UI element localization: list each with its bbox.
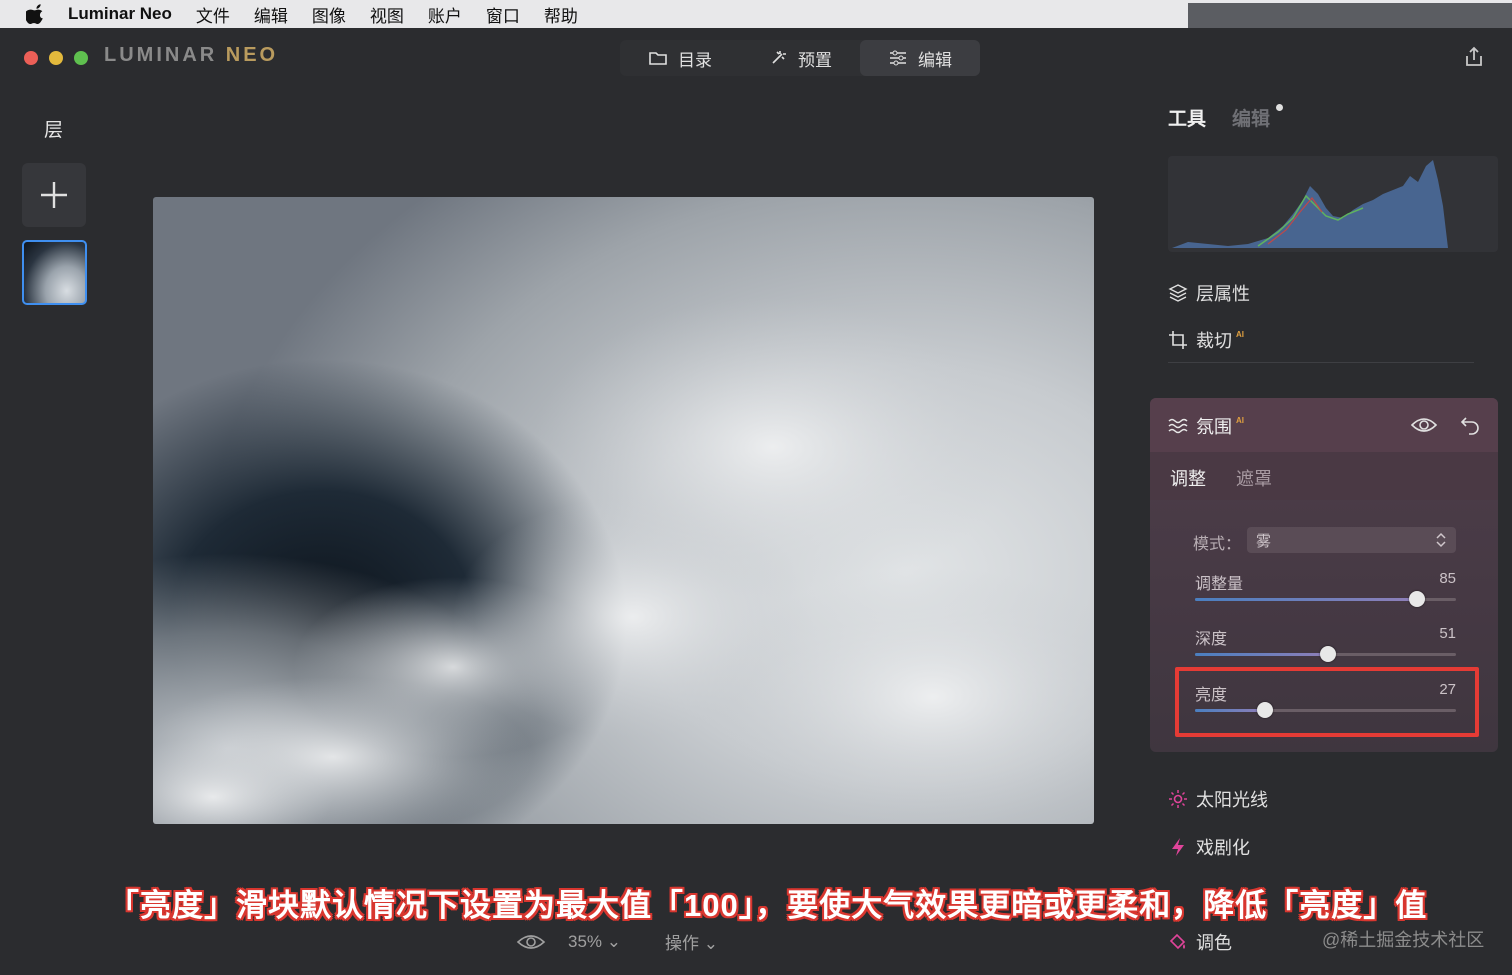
- menu-account[interactable]: 账户: [428, 2, 462, 27]
- mode-select-value: 雾: [1256, 532, 1272, 550]
- tool-color-tone[interactable]: 调色: [1168, 929, 1232, 955]
- ai-badge: AI: [1236, 329, 1244, 339]
- chevron-down-icon: ⌄: [606, 931, 622, 951]
- subtab-mask[interactable]: 遮罩: [1236, 465, 1272, 491]
- tool-dramatic-label: 戏剧化: [1196, 838, 1250, 858]
- smoke-texture: [153, 297, 1094, 824]
- magic-wand-icon: [772, 51, 786, 64]
- tool-layer-properties-label: 层属性: [1196, 284, 1250, 304]
- slider-depth-thumb[interactable]: [1320, 646, 1337, 662]
- close-window-button[interactable]: [24, 51, 38, 65]
- menu-view[interactable]: 视图: [370, 2, 404, 27]
- zoom-value: 35%: [568, 931, 603, 951]
- sun-rays-icon: [1169, 790, 1187, 808]
- tool-dramatic[interactable]: 戏剧化: [1168, 834, 1250, 860]
- slider-depth-fill: [1195, 653, 1329, 656]
- slider-depth-value: 51: [1439, 625, 1456, 642]
- slider-amount-value: 85: [1439, 570, 1456, 587]
- nav-catalog-button[interactable]: 目录: [620, 40, 740, 76]
- actions-label: 操作: [665, 934, 700, 953]
- mode-select[interactable]: 雾: [1247, 527, 1456, 553]
- reset-undo-icon[interactable]: [1458, 413, 1482, 437]
- paint-bucket-icon: [1169, 933, 1186, 950]
- lightning-icon: [1172, 838, 1184, 856]
- layers-icon: [1168, 284, 1188, 302]
- chevron-updown-icon: [1436, 532, 1446, 548]
- waves-icon: [1168, 418, 1188, 434]
- nav-edit-button[interactable]: 编辑: [860, 40, 980, 76]
- menu-image[interactable]: 图像: [312, 2, 346, 27]
- tool-crop-label: 裁切: [1196, 331, 1232, 351]
- layers-title: 层: [44, 120, 64, 141]
- logo-neo: NEO: [225, 44, 279, 66]
- actions-dropdown[interactable]: 操作 ⌄: [665, 929, 718, 954]
- minimize-window-button[interactable]: [49, 51, 63, 65]
- luminar-logo: LUMINAR NEO: [104, 44, 278, 67]
- brightness-highlight-annotation: [1175, 667, 1479, 737]
- visibility-eye-icon[interactable]: [1410, 413, 1438, 437]
- zoom-window-button[interactable]: [74, 51, 88, 65]
- photo-canvas[interactable]: [153, 197, 1094, 824]
- tool-sunrays-label: 太阳光线: [1196, 790, 1268, 810]
- tool-color-tone-label: 调色: [1196, 933, 1232, 953]
- nav-presets-label: 预置: [798, 50, 832, 70]
- edits-indicator-dot: [1276, 104, 1283, 111]
- folder-icon: [649, 52, 667, 65]
- subtab-adjust[interactable]: 调整: [1170, 465, 1206, 491]
- histogram: [1168, 156, 1498, 252]
- nav-edit-label: 编辑: [918, 50, 952, 70]
- slider-amount[interactable]: [1195, 591, 1456, 607]
- menubar-status-area: [1188, 3, 1512, 28]
- plus-icon: [41, 182, 67, 208]
- menu-window[interactable]: 窗口: [486, 2, 520, 27]
- bottom-toolbar: 35% ⌄ 操作 ⌄: [516, 929, 718, 954]
- atmosphere-title: 氛围 AI: [1168, 413, 1244, 439]
- slider-depth[interactable]: [1195, 646, 1456, 662]
- slider-amount-label: 调整量: [1195, 576, 1244, 593]
- tab-tools[interactable]: 工具: [1168, 104, 1206, 131]
- watermark: @稀土掘金技术社区: [1322, 930, 1485, 950]
- atmosphere-label: 氛围: [1196, 417, 1232, 437]
- layer-thumbnail[interactable]: [22, 240, 87, 305]
- apple-icon[interactable]: [26, 4, 46, 24]
- slider-amount-fill: [1195, 598, 1417, 601]
- tool-layer-properties[interactable]: 层属性: [1168, 280, 1250, 306]
- crop-icon: [1169, 331, 1187, 349]
- share-icon[interactable]: [1462, 45, 1486, 69]
- menubar-app-name[interactable]: Luminar Neo: [68, 4, 172, 24]
- menu-edit[interactable]: 编辑: [254, 2, 288, 27]
- divider: [1168, 362, 1474, 363]
- add-layer-button[interactable]: [22, 163, 86, 227]
- preview-eye-icon[interactable]: [516, 932, 546, 952]
- atmosphere-ai-badge: AI: [1236, 415, 1244, 425]
- top-navigation: 目录 预置 编辑: [620, 40, 980, 76]
- nav-presets-button[interactable]: 预置: [740, 40, 860, 76]
- tutorial-caption: 「亮度」滑块默认情况下设置为最大值「100」，要使大气效果更暗或更柔和，降低「亮…: [108, 888, 1428, 923]
- nav-catalog-label: 目录: [678, 50, 712, 70]
- zoom-dropdown[interactable]: 35% ⌄: [568, 932, 621, 952]
- menu-file[interactable]: 文件: [196, 2, 230, 27]
- logo-main: LUMINAR: [104, 44, 226, 66]
- tool-sunrays[interactable]: 太阳光线: [1168, 786, 1268, 812]
- slider-depth-label: 深度: [1195, 631, 1228, 648]
- slider-amount-thumb[interactable]: [1408, 591, 1425, 607]
- mode-label: 模式：: [1193, 536, 1242, 553]
- tool-crop[interactable]: 裁切 AI: [1168, 327, 1244, 353]
- tab-edits[interactable]: 编辑: [1232, 104, 1270, 131]
- sliders-icon: [890, 50, 906, 66]
- histogram-graph: [1172, 160, 1448, 248]
- menu-help[interactable]: 帮助: [544, 2, 578, 27]
- chevron-down-icon: ⌄: [703, 934, 718, 953]
